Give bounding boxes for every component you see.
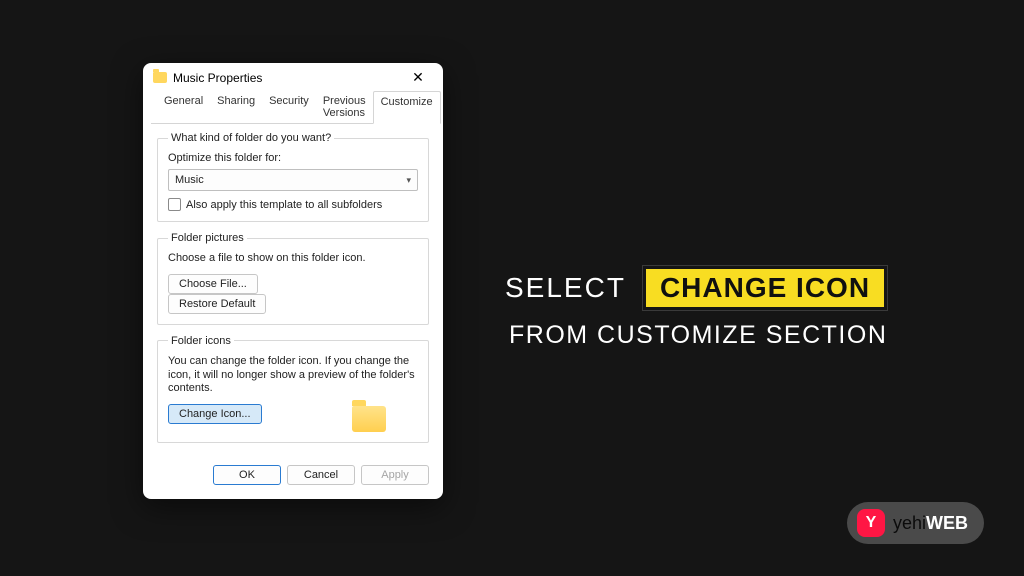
chevron-down-icon: ▾ [406, 175, 411, 186]
apply-subfolders-label: Also apply this template to all subfolde… [186, 199, 382, 211]
dialog-title: Music Properties [173, 71, 403, 85]
close-button[interactable]: ✕ [403, 69, 433, 86]
instruction-highlight: CHANGE ICON [646, 269, 884, 307]
brand-badge: Y yehiWEB [847, 502, 984, 544]
choose-file-button[interactable]: Choose File... [168, 274, 258, 294]
instruction-highlight-box: CHANGE ICON [642, 265, 888, 311]
tab-security[interactable]: Security [262, 91, 316, 124]
group-folder-pictures: Folder pictures Choose a file to show on… [157, 232, 429, 325]
restore-default-button[interactable]: Restore Default [168, 294, 266, 314]
apply-button: Apply [361, 465, 429, 485]
group-folder-icons: Folder icons You can change the folder i… [157, 335, 429, 443]
change-icon-button[interactable]: Change Icon... [168, 404, 262, 424]
group-folder-kind: What kind of folder do you want? Optimiz… [157, 132, 429, 222]
brand-text-web: WEB [926, 513, 968, 533]
tab-previous-versions[interactable]: Previous Versions [316, 91, 373, 124]
folder-icons-desc: You can change the folder icon. If you c… [168, 355, 418, 396]
folder-icon [153, 72, 167, 83]
group-folder-pictures-legend: Folder pictures [168, 232, 247, 244]
instruction-select: SELECT [505, 272, 626, 304]
folder-pictures-desc: Choose a file to show on this folder ico… [168, 252, 418, 266]
dialog-button-row: OK Cancel Apply [143, 457, 443, 491]
titlebar: Music Properties ✕ [143, 63, 443, 90]
optimize-label: Optimize this folder for: [168, 152, 418, 164]
instruction-block: SELECT CHANGE ICON FROM CUSTOMIZE SECTIO… [505, 265, 975, 350]
optimize-combo-value: Music [175, 174, 204, 186]
brand-logo-letter: Y [866, 514, 877, 532]
group-folder-icons-legend: Folder icons [168, 335, 234, 347]
apply-subfolders-checkbox[interactable]: Also apply this template to all subfolde… [168, 198, 418, 211]
tab-general[interactable]: General [157, 91, 210, 124]
cancel-button[interactable]: Cancel [287, 465, 355, 485]
brand-logo-icon: Y [857, 509, 885, 537]
tab-customize[interactable]: Customize [373, 91, 441, 124]
tab-strip: General Sharing Security Previous Versio… [151, 90, 435, 124]
instruction-from: FROM CUSTOMIZE SECTION [509, 321, 975, 350]
tab-sharing[interactable]: Sharing [210, 91, 262, 124]
brand-text: yehiWEB [893, 513, 968, 534]
checkbox-box-icon [168, 198, 181, 211]
folder-preview-icon [352, 406, 386, 432]
group-folder-kind-legend: What kind of folder do you want? [168, 132, 334, 144]
brand-text-yehi: yehi [893, 513, 926, 533]
ok-button[interactable]: OK [213, 465, 281, 485]
properties-dialog: Music Properties ✕ General Sharing Secur… [143, 63, 443, 499]
optimize-combo[interactable]: Music ▾ [168, 169, 418, 191]
dialog-content: What kind of folder do you want? Optimiz… [143, 124, 443, 457]
